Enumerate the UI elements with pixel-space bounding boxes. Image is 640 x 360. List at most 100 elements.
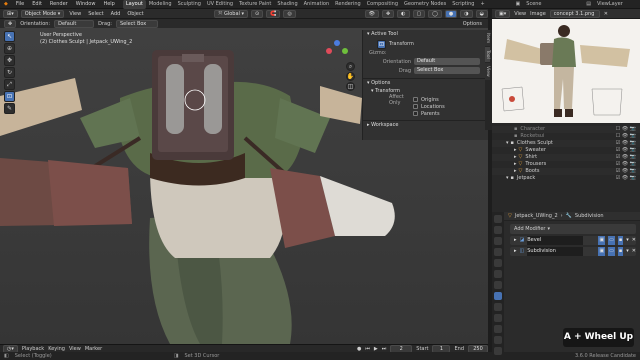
menu-timeline-view[interactable]: View — [69, 346, 81, 352]
menu-view[interactable]: View — [67, 11, 83, 17]
drag-selector[interactable]: Select Box — [115, 19, 158, 28]
particles-properties-icon[interactable] — [494, 303, 502, 311]
list-item[interactable]: ▸ ▽ Sweater ☑ 👁 📷 — [492, 147, 640, 154]
move-icon[interactable]: ✥ — [4, 55, 15, 66]
modifier-menu-icon[interactable]: ▾ — [626, 236, 629, 245]
proportional-edit-icon[interactable]: ◎ — [283, 9, 296, 18]
tab-item[interactable]: Item — [485, 30, 490, 47]
image-menu-image[interactable]: Image — [530, 11, 546, 17]
expand-icon[interactable]: ▸ — [514, 161, 517, 168]
visibility-toggles[interactable]: ☐ 👁 📷 — [616, 133, 636, 140]
shading-rendered-icon[interactable]: ◒ — [475, 9, 489, 18]
expand-icon[interactable]: ▾ — [506, 175, 509, 182]
tab-view[interactable]: View — [485, 63, 490, 80]
visibility-toggles[interactable]: ☑ 👁 📷 — [616, 154, 636, 161]
tab-compositing[interactable]: Compositing — [364, 0, 401, 9]
list-item[interactable]: ▸ ▽ Boots ☑ 👁 📷 — [492, 168, 640, 175]
zoom-icon[interactable]: ⌕ — [346, 62, 355, 71]
image-selector[interactable]: concept 3.1.png — [549, 9, 600, 18]
tab-sculpting[interactable]: Sculpting — [175, 0, 204, 9]
tool-properties-icon[interactable] — [494, 215, 502, 223]
axis-z-icon[interactable] — [334, 40, 340, 46]
add-modifier-button[interactable]: Add Modifier ▾ — [510, 224, 636, 234]
tab-shading[interactable]: Shading — [274, 0, 300, 9]
tab-uv-editing[interactable]: UV Editing — [204, 0, 236, 9]
modifier-menu-icon[interactable]: ▾ — [626, 247, 629, 256]
menu-file[interactable]: File — [12, 0, 28, 9]
tab-layout[interactable]: Layout — [122, 0, 146, 9]
tab-tool[interactable]: Tool — [485, 47, 490, 62]
options-button[interactable]: Options — [463, 21, 488, 27]
list-item[interactable]: ▾ ▪ Jetpack ☑ 👁 📷 — [492, 175, 640, 182]
remove-modifier-icon[interactable]: ✕ — [632, 247, 636, 256]
xray-icon[interactable]: ▢ — [412, 9, 426, 18]
image-close-icon[interactable]: ✕ — [604, 11, 608, 17]
modifier-properties-icon[interactable] — [494, 292, 502, 300]
render-properties-icon[interactable] — [494, 226, 502, 234]
scene-properties-icon[interactable] — [494, 259, 502, 267]
expand-icon[interactable]: ▸ — [514, 168, 517, 175]
jump-end-icon[interactable]: ⏭ — [382, 346, 387, 352]
list-item[interactable]: ▪ Rocketsui ☐ 👁 📷 — [492, 133, 640, 140]
transform-orientation-selector[interactable]: ⤧ Global ▾ — [214, 9, 249, 18]
axis-x-icon[interactable] — [326, 48, 332, 54]
subdivision-name-field[interactable]: Subdivision — [527, 247, 584, 256]
visibility-toggles[interactable]: ☑ 👁 📷 — [616, 140, 636, 147]
gizmo-toggle-icon[interactable]: ✥ — [381, 9, 395, 18]
rotate-icon[interactable]: ↻ — [4, 67, 15, 78]
tab-animation[interactable]: Animation — [301, 0, 333, 9]
axis-y-icon[interactable] — [342, 48, 348, 54]
visibility-toggles[interactable]: ☑ 👁 📷 — [616, 161, 636, 168]
modifier-bevel[interactable]: ▸ ◪ Bevel ▣ ▭ ▪ ▾ ✕ — [510, 236, 636, 245]
select-box-icon[interactable]: ↖ — [4, 31, 15, 42]
visibility-toggles[interactable]: ☑ 👁 📷 — [616, 168, 636, 175]
active-tool-header[interactable]: ▾ Active Tool — [363, 30, 488, 39]
output-properties-icon[interactable] — [494, 237, 502, 245]
autokey-icon[interactable]: ● — [357, 346, 361, 352]
menu-render[interactable]: Render — [46, 0, 72, 9]
overlays-icon[interactable]: ◐ — [397, 9, 410, 18]
render-toggle-icon[interactable]: ▪ — [617, 236, 624, 245]
constraints-properties-icon[interactable] — [494, 325, 502, 333]
remove-modifier-icon[interactable]: ✕ — [632, 236, 636, 245]
concept-image[interactable] — [492, 19, 640, 123]
orientation-field[interactable]: Default — [414, 58, 480, 65]
transform-subheader[interactable]: ▾ Transform — [363, 87, 488, 96]
workspace-header[interactable]: ▸ Workspace — [363, 120, 488, 129]
tab-rendering[interactable]: Rendering — [332, 0, 364, 9]
editmode-toggle-icon[interactable]: ▣ — [598, 236, 606, 245]
navigation-gizmo[interactable]: ⌕ ✋ ◫ — [318, 36, 358, 91]
tab-modeling[interactable]: Modeling — [146, 0, 175, 9]
annotate-icon[interactable]: ✎ — [4, 103, 15, 114]
render-toggle-icon[interactable]: ▪ — [617, 247, 624, 256]
orientation-selector[interactable]: Default — [54, 19, 95, 28]
bevel-name-field[interactable]: Bevel — [527, 236, 584, 245]
cursor-icon[interactable]: ⊕ — [4, 43, 15, 54]
menu-keying[interactable]: Keying — [48, 346, 65, 352]
physics-properties-icon[interactable] — [494, 314, 502, 322]
viewlayer-selector[interactable]: ViewLayer — [594, 0, 640, 9]
options-header[interactable]: ▾ Options — [363, 78, 488, 87]
drag-field[interactable]: Select Box — [414, 67, 480, 74]
snap-icon[interactable]: 🧲 — [266, 9, 281, 18]
origins-checkbox[interactable] — [413, 97, 418, 102]
play-icon[interactable]: ▶ — [374, 346, 378, 352]
chevron-right-icon[interactable]: ▸ — [514, 236, 517, 245]
menu-marker[interactable]: Marker — [85, 346, 102, 352]
locations-checkbox[interactable] — [413, 104, 418, 109]
viewport-toggle-icon[interactable]: ▭ — [608, 247, 615, 256]
camera-view-icon[interactable]: ◫ — [346, 82, 355, 91]
visibility-toggles[interactable]: ☐ 👁 📷 — [616, 126, 636, 133]
chevron-right-icon[interactable]: ▸ — [514, 247, 517, 256]
tab-scripting[interactable]: Scripting — [449, 0, 477, 9]
scene-selector[interactable]: Scene — [523, 0, 583, 9]
list-item[interactable]: ▸ ▽ Shirt ☑ 👁 📷 — [492, 154, 640, 161]
menu-edit[interactable]: Edit — [28, 0, 46, 9]
parents-checkbox[interactable] — [413, 111, 418, 116]
menu-add[interactable]: Add — [109, 11, 123, 17]
menu-object[interactable]: Object — [125, 11, 145, 17]
list-item[interactable]: ▪ Character ☐ 👁 📷 — [492, 126, 640, 133]
blender-logo-icon[interactable]: ◆ — [0, 0, 12, 9]
world-properties-icon[interactable] — [494, 270, 502, 278]
image-menu-view[interactable]: View — [514, 11, 526, 17]
